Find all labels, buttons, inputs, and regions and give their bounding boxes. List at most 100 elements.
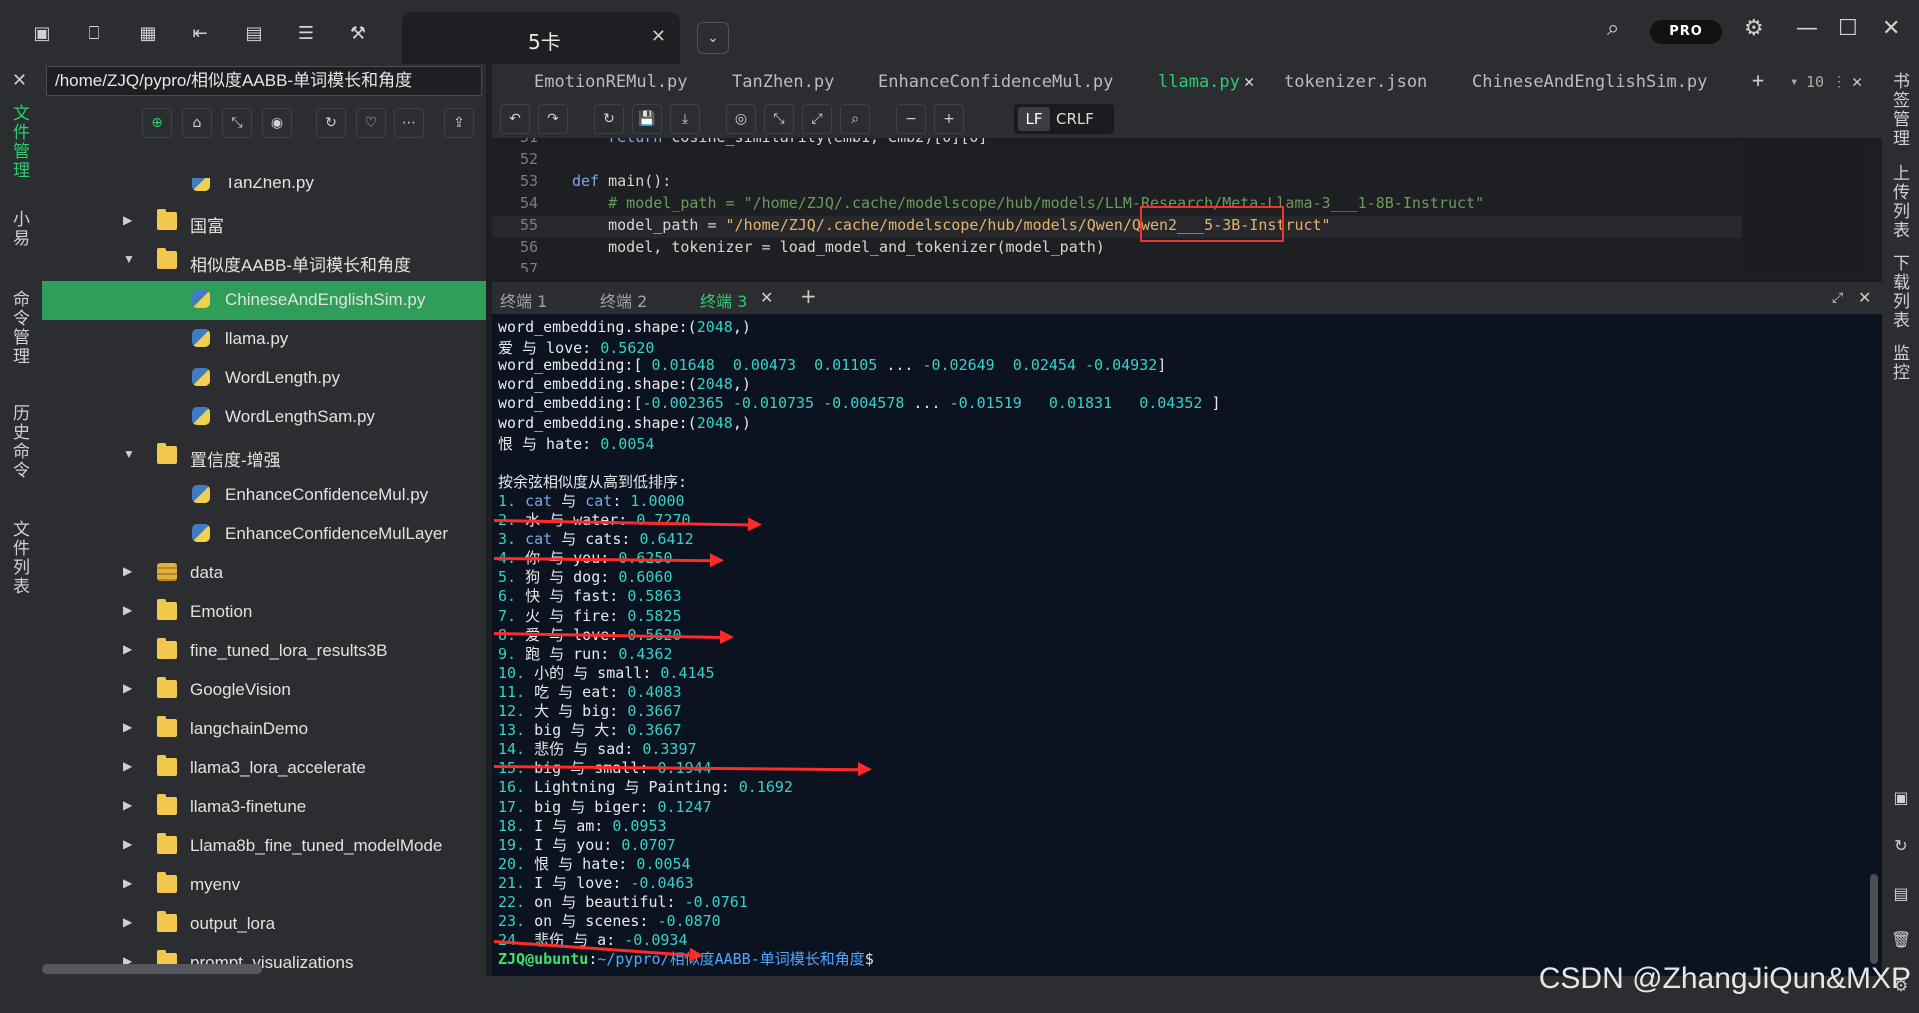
tree-item[interactable]: WordLengthSam.py bbox=[42, 398, 486, 437]
chevron-right-icon[interactable]: ▶ bbox=[123, 915, 132, 929]
bookmark-icon[interactable]: ⎕ bbox=[82, 22, 106, 46]
home-icon[interactable]: ⌂ bbox=[182, 108, 212, 138]
vtab-file-manager[interactable]: 文件管理 bbox=[9, 104, 32, 180]
trash-icon[interactable]: 🗑 bbox=[1891, 930, 1911, 950]
database-icon[interactable]: ☰ bbox=[294, 22, 318, 46]
editor-tab-llama[interactable]: llama.py bbox=[1158, 72, 1240, 92]
expand-icon[interactable]: ⤢ bbox=[802, 104, 832, 134]
lf-button[interactable]: LF bbox=[1018, 107, 1050, 131]
editor-tab-emotionremul[interactable]: EmotionREMul.py bbox=[534, 72, 688, 92]
search-icon[interactable]: ⌕ bbox=[840, 104, 870, 134]
chevron-right-icon[interactable]: ▶ bbox=[123, 564, 132, 578]
chevron-down-icon[interactable]: ▼ bbox=[123, 252, 135, 266]
save-icon[interactable]: 💾 bbox=[632, 104, 662, 134]
maximize-icon[interactable]: ☐ bbox=[1838, 16, 1858, 41]
reload-icon[interactable]: ↻ bbox=[594, 104, 624, 134]
vtab-download-list[interactable]: 下载列表 bbox=[1889, 254, 1912, 330]
code-minimap[interactable] bbox=[1742, 138, 1862, 272]
add-tab-icon[interactable]: + bbox=[1752, 68, 1764, 92]
chevron-right-icon[interactable]: ▶ bbox=[123, 720, 132, 734]
terminal-tab-2[interactable]: 终端 2 bbox=[600, 288, 647, 312]
refresh-icon[interactable]: ↻ bbox=[1891, 836, 1911, 856]
chevron-right-icon[interactable]: ▶ bbox=[123, 213, 132, 227]
tab-list-icon[interactable]: ▾ bbox=[1790, 74, 1798, 90]
tree-item[interactable]: ▶ GoogleVision bbox=[42, 671, 486, 710]
search-icon[interactable]: ⌕ bbox=[1607, 16, 1619, 41]
chevron-right-icon[interactable]: ▶ bbox=[123, 642, 132, 656]
heart-icon[interactable]: ♡ bbox=[356, 108, 386, 138]
path-input[interactable]: /home/ZJQ/pypro/相似度AABB-单词模长和角度 bbox=[46, 66, 482, 96]
gear-icon[interactable]: ⚙ bbox=[1744, 16, 1764, 41]
tree-item[interactable]: ▶ Llama8b_fine_tuned_modelMode bbox=[42, 827, 486, 866]
tree-item[interactable]: ▶ data bbox=[42, 554, 486, 593]
tree-item[interactable]: llama.py bbox=[42, 320, 486, 359]
crlf-button[interactable]: CRLF bbox=[1056, 107, 1094, 131]
close-icon[interactable]: ✕ bbox=[1858, 288, 1871, 307]
chevron-right-icon[interactable]: ▶ bbox=[123, 759, 132, 773]
tree-item[interactable]: ▶ output_lora bbox=[42, 905, 486, 944]
close-icon[interactable]: ✕ bbox=[651, 26, 666, 47]
shrink-icon[interactable]: ⤡ bbox=[764, 104, 794, 134]
pro-badge[interactable]: PRO bbox=[1650, 20, 1722, 44]
editor-tab-enhanceconfidencemul[interactable]: EnhanceConfidenceMul.py bbox=[878, 72, 1113, 92]
chevron-down-icon[interactable]: ⌄ bbox=[697, 22, 729, 54]
eye-icon[interactable]: ◉ bbox=[262, 108, 292, 138]
chevron-down-icon[interactable]: ▼ bbox=[123, 447, 135, 461]
chevron-right-icon[interactable]: ▶ bbox=[123, 798, 132, 812]
zoom-out-icon[interactable]: − bbox=[896, 104, 926, 134]
close-icon[interactable]: ✕ bbox=[1852, 72, 1862, 92]
add-terminal-icon[interactable]: + bbox=[800, 284, 817, 308]
tree-item[interactable]: TanZhen.py bbox=[42, 178, 486, 203]
terminal-tab-1[interactable]: 终端 1 bbox=[500, 288, 547, 312]
tree-item[interactable]: ▶ llama3_lora_accelerate bbox=[42, 749, 486, 788]
vtab-monitor[interactable]: 监控 bbox=[1889, 344, 1912, 382]
tab-menu-icon[interactable]: ⋮ bbox=[1832, 74, 1846, 90]
tree-item[interactable]: ▼ 置信度-增强 bbox=[42, 437, 486, 476]
vtab-xiaoyi[interactable]: 小易 bbox=[9, 210, 32, 248]
redo-icon[interactable]: ↷ bbox=[538, 104, 568, 134]
chevron-right-icon[interactable]: ▶ bbox=[123, 876, 132, 890]
save-icon[interactable]: ▤ bbox=[1891, 884, 1911, 904]
editor-tab-chineseandenglishsim[interactable]: ChineseAndEnglishSim.py bbox=[1472, 72, 1707, 92]
split-icon[interactable]: ⇤ bbox=[188, 22, 212, 46]
upload-icon[interactable]: ⇪ bbox=[444, 108, 474, 138]
tree-item[interactable]: ▼ 相似度AABB-单词模长和角度 bbox=[42, 242, 486, 281]
refresh-icon[interactable]: ↻ bbox=[316, 108, 346, 138]
vtab-file-list[interactable]: 文件列表 bbox=[9, 520, 32, 596]
locate-icon[interactable]: ⊕ bbox=[142, 108, 172, 138]
download-icon[interactable]: ⤓ bbox=[670, 104, 700, 134]
close-icon[interactable]: ✕ bbox=[1244, 72, 1254, 92]
tree-item[interactable]: EnhanceConfidenceMul.py bbox=[42, 476, 486, 515]
chevron-right-icon[interactable]: ▶ bbox=[123, 603, 132, 617]
vtab-upload-list[interactable]: 上传列表 bbox=[1889, 164, 1912, 240]
terminal-icon[interactable]: ▣ bbox=[1891, 788, 1911, 808]
compass-icon[interactable]: ◎ bbox=[726, 104, 756, 134]
minimize-icon[interactable]: — bbox=[1796, 16, 1818, 41]
chevron-right-icon[interactable]: ▶ bbox=[123, 837, 132, 851]
session-tab[interactable]: 5卡 ✕ bbox=[402, 12, 680, 64]
close-icon[interactable]: ✕ bbox=[760, 288, 773, 307]
tree-item[interactable]: ▶ fine_tuned_lora_results3B bbox=[42, 632, 486, 671]
layout-icon[interactable]: ▦ bbox=[136, 22, 160, 46]
more-icon[interactable]: ⋯ bbox=[394, 108, 424, 138]
tree-item[interactable]: ▶ 国富 bbox=[42, 203, 486, 242]
tree-item[interactable]: WordLength.py bbox=[42, 359, 486, 398]
terminal-tab-3[interactable]: 终端 3 bbox=[700, 288, 747, 312]
vtab-bookmarks[interactable]: 书签管理 bbox=[1889, 72, 1912, 148]
terminal-output[interactable]: word_embedding.shape:(2048,) 爱 与 love: 0.… bbox=[492, 314, 1882, 976]
tree-item[interactable]: ▶ myenv bbox=[42, 866, 486, 905]
collapse-icon[interactable]: ⤡ bbox=[222, 108, 252, 138]
terminal-icon[interactable]: ▣ bbox=[30, 22, 54, 46]
close-icon[interactable]: ✕ bbox=[12, 70, 27, 91]
console-icon[interactable]: ▤ bbox=[242, 22, 266, 46]
tree-item[interactable]: ▶ llama3-finetune bbox=[42, 788, 486, 827]
editor-tab-tokenizer[interactable]: tokenizer.json bbox=[1284, 72, 1427, 92]
file-panel-scrollbar[interactable] bbox=[42, 964, 262, 974]
wrench-icon[interactable]: ⚒ bbox=[346, 22, 370, 46]
editor-tab-tanzhen[interactable]: TanZhen.py bbox=[732, 72, 834, 92]
tree-item[interactable]: ▶ Emotion bbox=[42, 593, 486, 632]
chevron-right-icon[interactable]: ▶ bbox=[123, 681, 132, 695]
terminal-scrollbar[interactable] bbox=[1870, 874, 1878, 964]
undo-icon[interactable]: ↶ bbox=[500, 104, 530, 134]
tree-item[interactable]: ▶ langchainDemo bbox=[42, 710, 486, 749]
